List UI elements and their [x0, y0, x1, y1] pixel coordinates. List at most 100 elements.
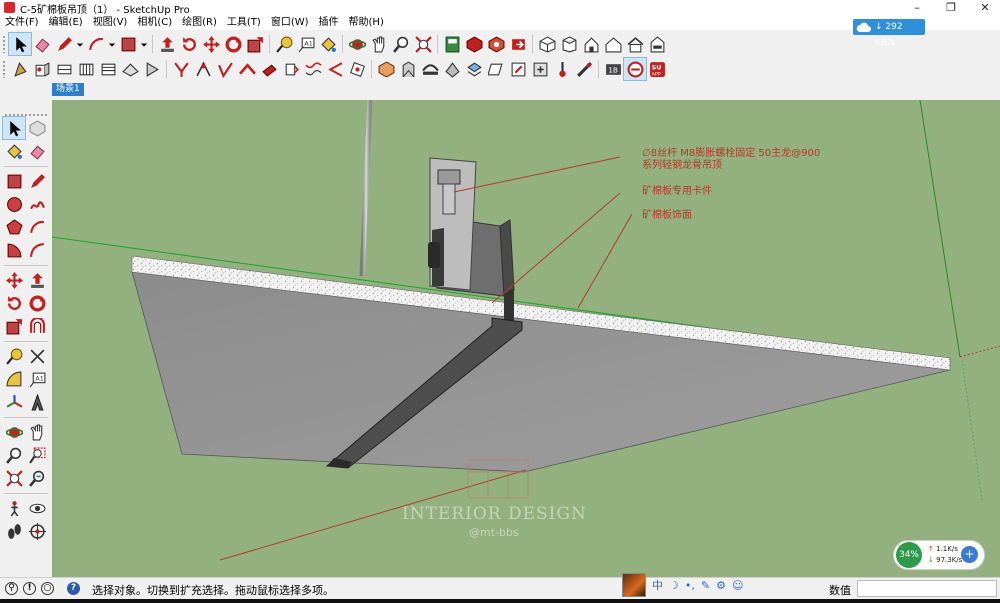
- scene-tab[interactable]: 场景1: [52, 83, 84, 96]
- menu-edit[interactable]: 编辑(E): [44, 15, 88, 30]
- pie-icon[interactable]: [3, 239, 25, 261]
- eraser-icon[interactable]: [31, 33, 53, 55]
- zoom-extents-icon[interactable]: [412, 33, 434, 55]
- plugin-18-icon[interactable]: [397, 58, 419, 80]
- paint-bucket-icon[interactable]: [3, 140, 25, 162]
- plugin-20-icon[interactable]: [441, 58, 463, 80]
- user-icon[interactable]: ○: [41, 582, 54, 595]
- move-icon[interactable]: [3, 269, 25, 291]
- boost-plus-icon[interactable]: +: [961, 546, 978, 563]
- plugin-3-icon[interactable]: [53, 58, 75, 80]
- instructor-help-icon[interactable]: ?: [67, 582, 80, 595]
- rectangle-icon[interactable]: [117, 33, 139, 55]
- share-model-icon[interactable]: [485, 33, 507, 55]
- offset-icon[interactable]: [26, 315, 48, 337]
- text-icon[interactable]: A1: [295, 33, 317, 55]
- menu-window[interactable]: 窗口(W): [266, 15, 314, 30]
- zoom-icon[interactable]: [390, 33, 412, 55]
- plugin-16-icon[interactable]: [346, 58, 368, 80]
- plugin-13-icon[interactable]: [280, 58, 302, 80]
- menu-file[interactable]: 文件(F): [0, 15, 44, 30]
- plugin-21-icon[interactable]: [463, 58, 485, 80]
- scale-icon[interactable]: [244, 33, 266, 55]
- pencil-icon[interactable]: [53, 33, 75, 55]
- arc-icon[interactable]: [26, 216, 48, 238]
- back-view-icon[interactable]: [624, 33, 646, 55]
- plugin-26-icon[interactable]: [573, 58, 595, 80]
- toolbar-grip[interactable]: [2, 35, 6, 53]
- rectangle-dropdown-icon[interactable]: [139, 33, 149, 55]
- component-icon[interactable]: [26, 117, 48, 139]
- user-avatar[interactable]: [622, 573, 646, 597]
- arc2-icon[interactable]: [26, 239, 48, 261]
- menu-plugins[interactable]: 插件: [314, 15, 344, 30]
- network-speed-pill[interactable]: ↓ 292 KB/s: [853, 19, 925, 48]
- ime-emoji-icon[interactable]: ☺: [732, 579, 743, 592]
- move-icon[interactable]: [200, 33, 222, 55]
- ime-settings-icon[interactable]: ⚙: [716, 579, 726, 592]
- su-app-icon[interactable]: SU APP: [646, 58, 668, 80]
- ime-chinese-mode[interactable]: 中: [652, 577, 663, 593]
- plugin-9-icon[interactable]: [192, 58, 214, 80]
- speed-monitor-widget[interactable]: 34% ↑ 1.1K/s ↓ 97.3K/s +: [893, 540, 985, 570]
- plugin-2-icon[interactable]: [31, 58, 53, 80]
- ime-punct-icon[interactable]: •,: [685, 579, 695, 592]
- orbit-icon[interactable]: [3, 421, 25, 443]
- geolocation-icon[interactable]: ⚲: [5, 582, 18, 595]
- menu-camera[interactable]: 相机(C): [132, 15, 177, 30]
- left-view-icon[interactable]: [646, 33, 668, 55]
- plugin-6-icon[interactable]: [119, 58, 141, 80]
- model-info-icon[interactable]: [441, 33, 463, 55]
- polygon-icon[interactable]: [3, 216, 25, 238]
- protractor-icon[interactable]: [3, 368, 25, 390]
- model-viewport[interactable]: ∅8丝杆 M8膨胀螺栓固定 50主龙@900 系列轻钢龙骨吊顶 矿棉板专用卡件 …: [52, 100, 1000, 577]
- dimension-icon[interactable]: [26, 345, 48, 367]
- section-plane-icon[interactable]: [26, 520, 48, 542]
- push-pull-icon[interactable]: [26, 269, 48, 291]
- credits-icon[interactable]: !: [23, 582, 36, 595]
- previous-view-icon[interactable]: [26, 467, 48, 489]
- plugin-17-icon[interactable]: [375, 58, 397, 80]
- plugin-19-icon[interactable]: [419, 58, 441, 80]
- walk-icon[interactable]: [3, 520, 25, 542]
- plugin-22-icon[interactable]: [485, 58, 507, 80]
- rectangle-icon[interactable]: [3, 170, 25, 192]
- plugin-28-icon[interactable]: [623, 57, 647, 81]
- plugin-11-icon[interactable]: [236, 58, 258, 80]
- plugin-5-icon[interactable]: [97, 58, 119, 80]
- front-view-icon[interactable]: [580, 33, 602, 55]
- close-button[interactable]: ✕: [970, 0, 1000, 15]
- toolbar-grip[interactable]: [2, 60, 6, 78]
- menu-help[interactable]: 帮助(H): [344, 15, 389, 30]
- zoom-icon[interactable]: [3, 444, 25, 466]
- zoom-window-icon[interactable]: [26, 444, 48, 466]
- plugin-23-icon[interactable]: [507, 58, 529, 80]
- eraser-icon[interactable]: [26, 140, 48, 162]
- maximize-button[interactable]: ❐: [936, 0, 966, 15]
- plugin-24-icon[interactable]: [529, 58, 551, 80]
- ime-pen-icon[interactable]: ✎: [701, 579, 710, 592]
- measurements-input[interactable]: [857, 580, 997, 597]
- plugin-14-icon[interactable]: [302, 58, 324, 80]
- ime-moon-icon[interactable]: ☽: [669, 579, 679, 592]
- pan-icon[interactable]: [26, 421, 48, 443]
- extension-warehouse-icon[interactable]: [507, 33, 529, 55]
- select-icon[interactable]: [2, 116, 26, 140]
- get-models-icon[interactable]: [463, 33, 485, 55]
- plugin-10-icon[interactable]: [214, 58, 236, 80]
- zoom-extents-icon[interactable]: [3, 467, 25, 489]
- arc-dropdown-icon[interactable]: [107, 33, 117, 55]
- follow-me-icon[interactable]: [26, 292, 48, 314]
- position-camera-icon[interactable]: [3, 497, 25, 519]
- circle-icon[interactable]: [3, 193, 25, 215]
- rotate-icon[interactable]: [3, 292, 25, 314]
- right-view-icon[interactable]: [602, 33, 624, 55]
- plugin-25-icon[interactable]: [551, 58, 573, 80]
- plugin-7-icon[interactable]: [141, 58, 163, 80]
- pan-icon[interactable]: [368, 33, 390, 55]
- follow-me-icon[interactable]: [222, 33, 244, 55]
- plugin-15-icon[interactable]: [324, 58, 346, 80]
- plugin-8-icon[interactable]: [170, 58, 192, 80]
- menu-tools[interactable]: 工具(T): [222, 15, 266, 30]
- 3d-text-icon[interactable]: [26, 391, 48, 413]
